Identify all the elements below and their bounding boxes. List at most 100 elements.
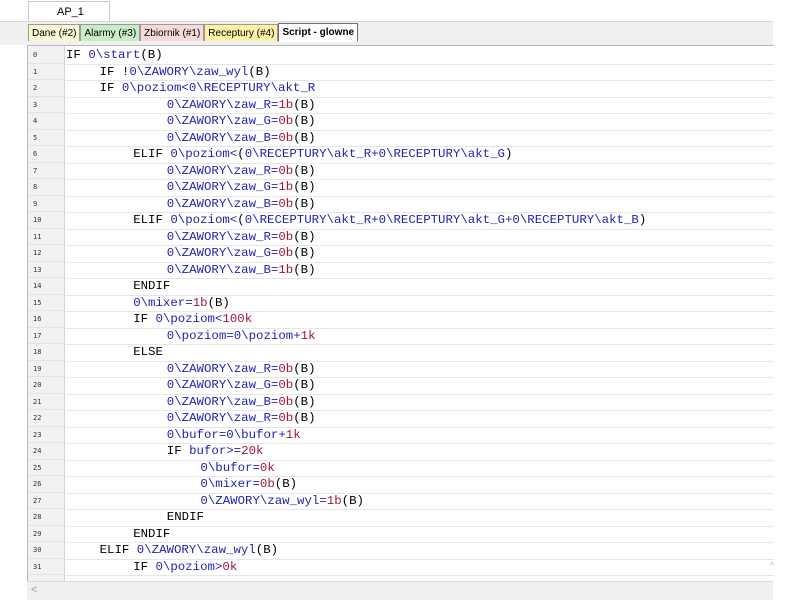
code-line[interactable]: 15 0\mixer=1b(B) bbox=[28, 295, 774, 312]
code-token: (B) bbox=[293, 229, 316, 244]
code-text: 0\mixer=0b(B) bbox=[66, 476, 774, 494]
code-text: IF 0\poziom>0k bbox=[66, 559, 774, 576]
code-token: ) bbox=[504, 147, 513, 161]
code-line[interactable]: 19 0\ZAWORY\zaw_R=0b(B) bbox=[28, 361, 774, 378]
code-line[interactable]: 22 0\ZAWORY\zaw_R=0b(B) bbox=[28, 410, 774, 428]
code-token: ) bbox=[638, 213, 647, 227]
code-token: ENDIF bbox=[133, 279, 171, 293]
code-token: 0b bbox=[278, 378, 294, 392]
code-line[interactable]: 18 ELSE bbox=[28, 344, 774, 362]
code-token: IF bbox=[99, 64, 122, 79]
code-token: 1b bbox=[278, 97, 294, 112]
code-text: 0\ZAWORY\zaw_B=1b(B) bbox=[66, 262, 774, 279]
code-token: 0\bufor= bbox=[200, 460, 260, 475]
line-number: 11 bbox=[28, 229, 64, 245]
code-text: IF !0\ZAWORY\zaw_wyl(B) bbox=[66, 64, 774, 81]
code-token: bufor>= bbox=[189, 444, 242, 458]
code-token: 0b bbox=[278, 114, 294, 128]
code-line[interactable]: 5 0\ZAWORY\zaw_B=0b(B) bbox=[28, 130, 774, 147]
code-line[interactable]: 1 IF !0\ZAWORY\zaw_wyl(B) bbox=[28, 64, 774, 81]
code-text: ELSE bbox=[66, 344, 774, 362]
tab-alarmy-3[interactable]: Alarmy (#3) bbox=[80, 24, 141, 41]
code-line[interactable]: 17 0\poziom=0\poziom+1k bbox=[28, 328, 774, 345]
code-text: 0\ZAWORY\zaw_G=0b(B) bbox=[66, 245, 774, 263]
code-line[interactable]: 26 0\mixer=0b(B) bbox=[28, 476, 774, 494]
code-line[interactable]: 14 ENDIF bbox=[28, 278, 774, 296]
code-line[interactable]: 28 ENDIF bbox=[28, 509, 774, 527]
code-line[interactable]: 9 0\ZAWORY\zaw_B=0b(B) bbox=[28, 196, 774, 213]
line-number: 24 bbox=[28, 443, 64, 460]
code-token: 0\ZAWORY\zaw_B= bbox=[166, 196, 279, 211]
code-line[interactable]: 25 0\bufor=0k bbox=[28, 460, 774, 477]
code-line[interactable]: 29 ENDIF bbox=[28, 526, 774, 543]
code-line[interactable]: 7 0\ZAWORY\zaw_R=0b(B) bbox=[28, 163, 774, 180]
code-line[interactable]: 0 IF 0\start(B) bbox=[28, 47, 774, 65]
tab-script-glowne[interactable]: Script - glowne bbox=[278, 23, 359, 42]
code-token: 1b bbox=[278, 262, 294, 277]
code-token: 0\start bbox=[88, 48, 141, 62]
code-token: 0\bufor=0\bufor+ bbox=[166, 427, 286, 442]
code-line[interactable]: 27 0\ZAWORY\zaw_wyl=1b(B) bbox=[28, 493, 774, 510]
code-line[interactable]: 13 0\ZAWORY\zaw_B=1b(B) bbox=[28, 262, 774, 279]
line-number: 3 bbox=[28, 97, 64, 113]
line-number: 18 bbox=[28, 344, 64, 361]
code-line[interactable]: 23 0\bufor=0\bufor+1k bbox=[28, 427, 774, 444]
code-line[interactable]: 4 0\ZAWORY\zaw_G=0b(B) bbox=[28, 113, 774, 131]
tab-zbiornik-1[interactable]: Zbiornik (#1) bbox=[140, 24, 205, 41]
code-text: ELIF 0\ZAWORY\zaw_wyl(B) bbox=[66, 542, 774, 560]
code-text: 0\ZAWORY\zaw_B=0b(B) bbox=[66, 394, 774, 411]
tab-dane-2[interactable]: Dane (#2) bbox=[28, 24, 81, 41]
code-line[interactable]: 10 ELIF 0\poziom<(0\RECEPTURY\akt_R+0\REC… bbox=[28, 212, 774, 230]
line-number: 25 bbox=[28, 460, 64, 476]
code-line[interactable]: 16 IF 0\poziom<100k bbox=[28, 311, 774, 329]
code-line[interactable]: 3 0\ZAWORY\zaw_R=1b(B) bbox=[28, 97, 774, 114]
code-text: 0\ZAWORY\zaw_R=0b(B) bbox=[66, 410, 774, 428]
code-token: 0\ZAWORY\zaw_R= bbox=[166, 361, 279, 376]
code-line[interactable]: 21 0\ZAWORY\zaw_B=0b(B) bbox=[28, 394, 774, 411]
code-token: (B) bbox=[293, 394, 316, 409]
code-token: (B) bbox=[293, 130, 316, 145]
code-token: 0\poziom> bbox=[155, 559, 223, 574]
line-number: 21 bbox=[28, 394, 64, 410]
code-token: 0\ZAWORY\zaw_R= bbox=[166, 97, 279, 112]
code-token: (B) bbox=[293, 378, 316, 392]
horizontal-scrollbar[interactable]: < bbox=[27, 581, 773, 600]
code-token: ENDIF bbox=[133, 526, 171, 541]
code-token: ELSE bbox=[133, 345, 163, 359]
code-text: ENDIF bbox=[66, 509, 774, 527]
code-token: IF bbox=[166, 444, 190, 458]
tab-receptury-4[interactable]: Receptury (#4) bbox=[204, 24, 279, 41]
code-line[interactable]: 30 ELIF 0\ZAWORY\zaw_wyl(B) bbox=[28, 542, 774, 560]
code-text: 0\ZAWORY\zaw_B=0b(B) bbox=[66, 130, 774, 147]
line-number: 28 bbox=[28, 509, 64, 526]
code-line[interactable]: 24 IF bufor>=20k bbox=[28, 443, 774, 461]
scroll-left-icon[interactable]: < bbox=[31, 584, 37, 596]
code-editor[interactable]: 0 IF 0\start(B) 1 IF !0\ZAWORY\zaw_wyl(B) 2 I… bbox=[27, 45, 774, 582]
window-tab-ap1[interactable]: AP_1 bbox=[28, 1, 110, 22]
code-line[interactable]: 8 0\ZAWORY\zaw_G=1b(B) bbox=[28, 179, 774, 197]
code-token: (B) bbox=[274, 477, 298, 491]
code-token: (B) bbox=[293, 411, 316, 425]
line-number: 26 bbox=[28, 476, 64, 493]
code-text: ENDIF bbox=[66, 526, 774, 543]
code-line[interactable]: 11 0\ZAWORY\zaw_R=0b(B) bbox=[28, 229, 774, 246]
code-token: (B) bbox=[248, 64, 271, 79]
line-number: 17 bbox=[28, 328, 64, 344]
code-line[interactable]: 2 IF 0\poziom<0\RECEPTURY\akt_R bbox=[28, 80, 774, 98]
code-line[interactable]: 6 ELIF 0\poziom<(0\RECEPTURY\akt_R+0\RECE… bbox=[28, 146, 774, 164]
code-line[interactable]: 12 0\ZAWORY\zaw_G=0b(B) bbox=[28, 245, 774, 263]
code-token: IF bbox=[99, 81, 122, 95]
code-text: 0\bufor=0\bufor+1k bbox=[66, 427, 774, 444]
code-text: 0\ZAWORY\zaw_G=1b(B) bbox=[66, 179, 774, 197]
code-line[interactable]: 20 0\ZAWORY\zaw_G=0b(B) bbox=[28, 377, 774, 395]
code-lines: 0 IF 0\start(B) 1 IF !0\ZAWORY\zaw_wyl(B) 2 I… bbox=[28, 47, 774, 576]
code-text: 0\ZAWORY\zaw_R=0b(B) bbox=[66, 163, 774, 180]
code-token: (B) bbox=[341, 493, 364, 508]
code-token: 0\ZAWORY\zaw_wyl= bbox=[200, 493, 327, 508]
code-token: 20k bbox=[241, 444, 264, 458]
code-token: 0\poziom< bbox=[170, 213, 238, 227]
code-text: 0\poziom=0\poziom+1k bbox=[66, 328, 774, 345]
code-token: IF bbox=[66, 48, 89, 62]
code-token: IF bbox=[133, 559, 156, 574]
code-line[interactable]: 31 IF 0\poziom>0k bbox=[28, 559, 774, 576]
